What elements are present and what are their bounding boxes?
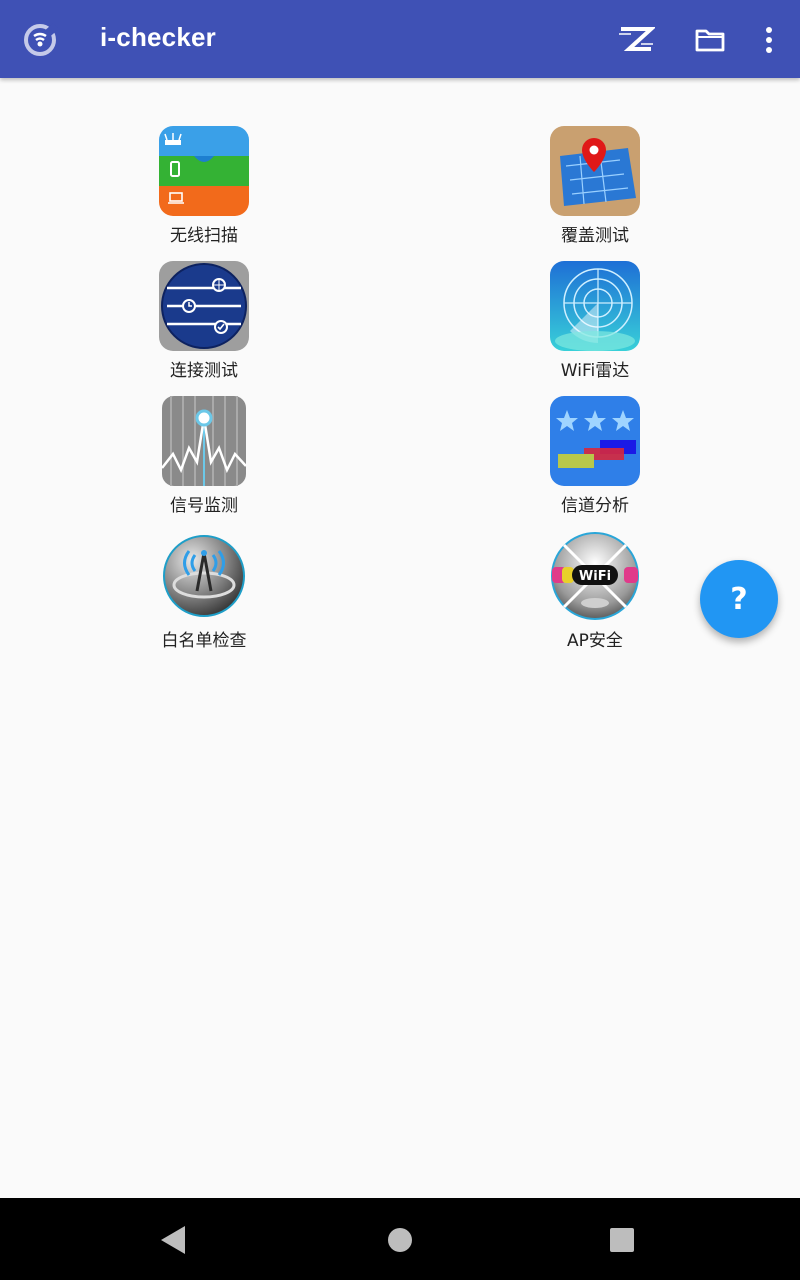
- grid-item-connection-test[interactable]: 连接测试: [114, 260, 294, 390]
- signal-monitor-icon: [158, 395, 250, 487]
- app-title: i-checker: [100, 22, 216, 52]
- item-label: 白名单检查: [161, 631, 247, 651]
- recents-icon[interactable]: [600, 1218, 644, 1262]
- folder-icon[interactable]: [690, 20, 730, 60]
- grid-item-coverage-test[interactable]: 覆盖测试: [505, 125, 685, 255]
- grid-item-ap-security[interactable]: WiFi AP安全: [505, 530, 685, 660]
- item-label: 无线扫描: [170, 226, 238, 246]
- help-icon: ?: [730, 581, 748, 617]
- grid-item-wireless-scan[interactable]: 无线扫描: [114, 125, 294, 255]
- grid-item-wifi-radar[interactable]: WiFi雷达: [505, 260, 685, 390]
- ap-security-wifi-icon: WiFi: [549, 530, 641, 622]
- item-label: WiFi雷达: [560, 361, 630, 381]
- wifi-badge-text: WiFi: [579, 569, 611, 584]
- grid-item-signal-monitor[interactable]: 信号监测: [114, 395, 294, 525]
- more-vert-icon[interactable]: [749, 20, 789, 60]
- radar-icon: [549, 260, 641, 352]
- coverage-map-pin-icon: [549, 125, 641, 217]
- grid-item-whitelist-check[interactable]: 白名单检查: [114, 530, 294, 660]
- system-nav-bar: [0, 1198, 800, 1280]
- z-logo-icon[interactable]: [616, 20, 656, 60]
- item-label: 连接测试: [170, 361, 238, 381]
- connection-test-icon: [158, 260, 250, 352]
- item-label: 覆盖测试: [561, 226, 629, 246]
- grid-item-channel-analysis[interactable]: 信道分析: [505, 395, 685, 525]
- item-label: 信号监测: [170, 496, 238, 516]
- help-fab-button[interactable]: ?: [700, 560, 778, 638]
- channel-analysis-icon: [549, 395, 641, 487]
- back-icon[interactable]: [152, 1218, 196, 1262]
- item-label: 信道分析: [561, 496, 629, 516]
- home-icon[interactable]: [378, 1218, 422, 1262]
- whitelist-antenna-icon: [158, 530, 250, 622]
- app-bar: i-checker: [0, 0, 800, 78]
- app-logo-icon[interactable]: [22, 22, 59, 58]
- item-label: AP安全: [567, 631, 623, 651]
- wireless-scan-icon: [158, 125, 250, 217]
